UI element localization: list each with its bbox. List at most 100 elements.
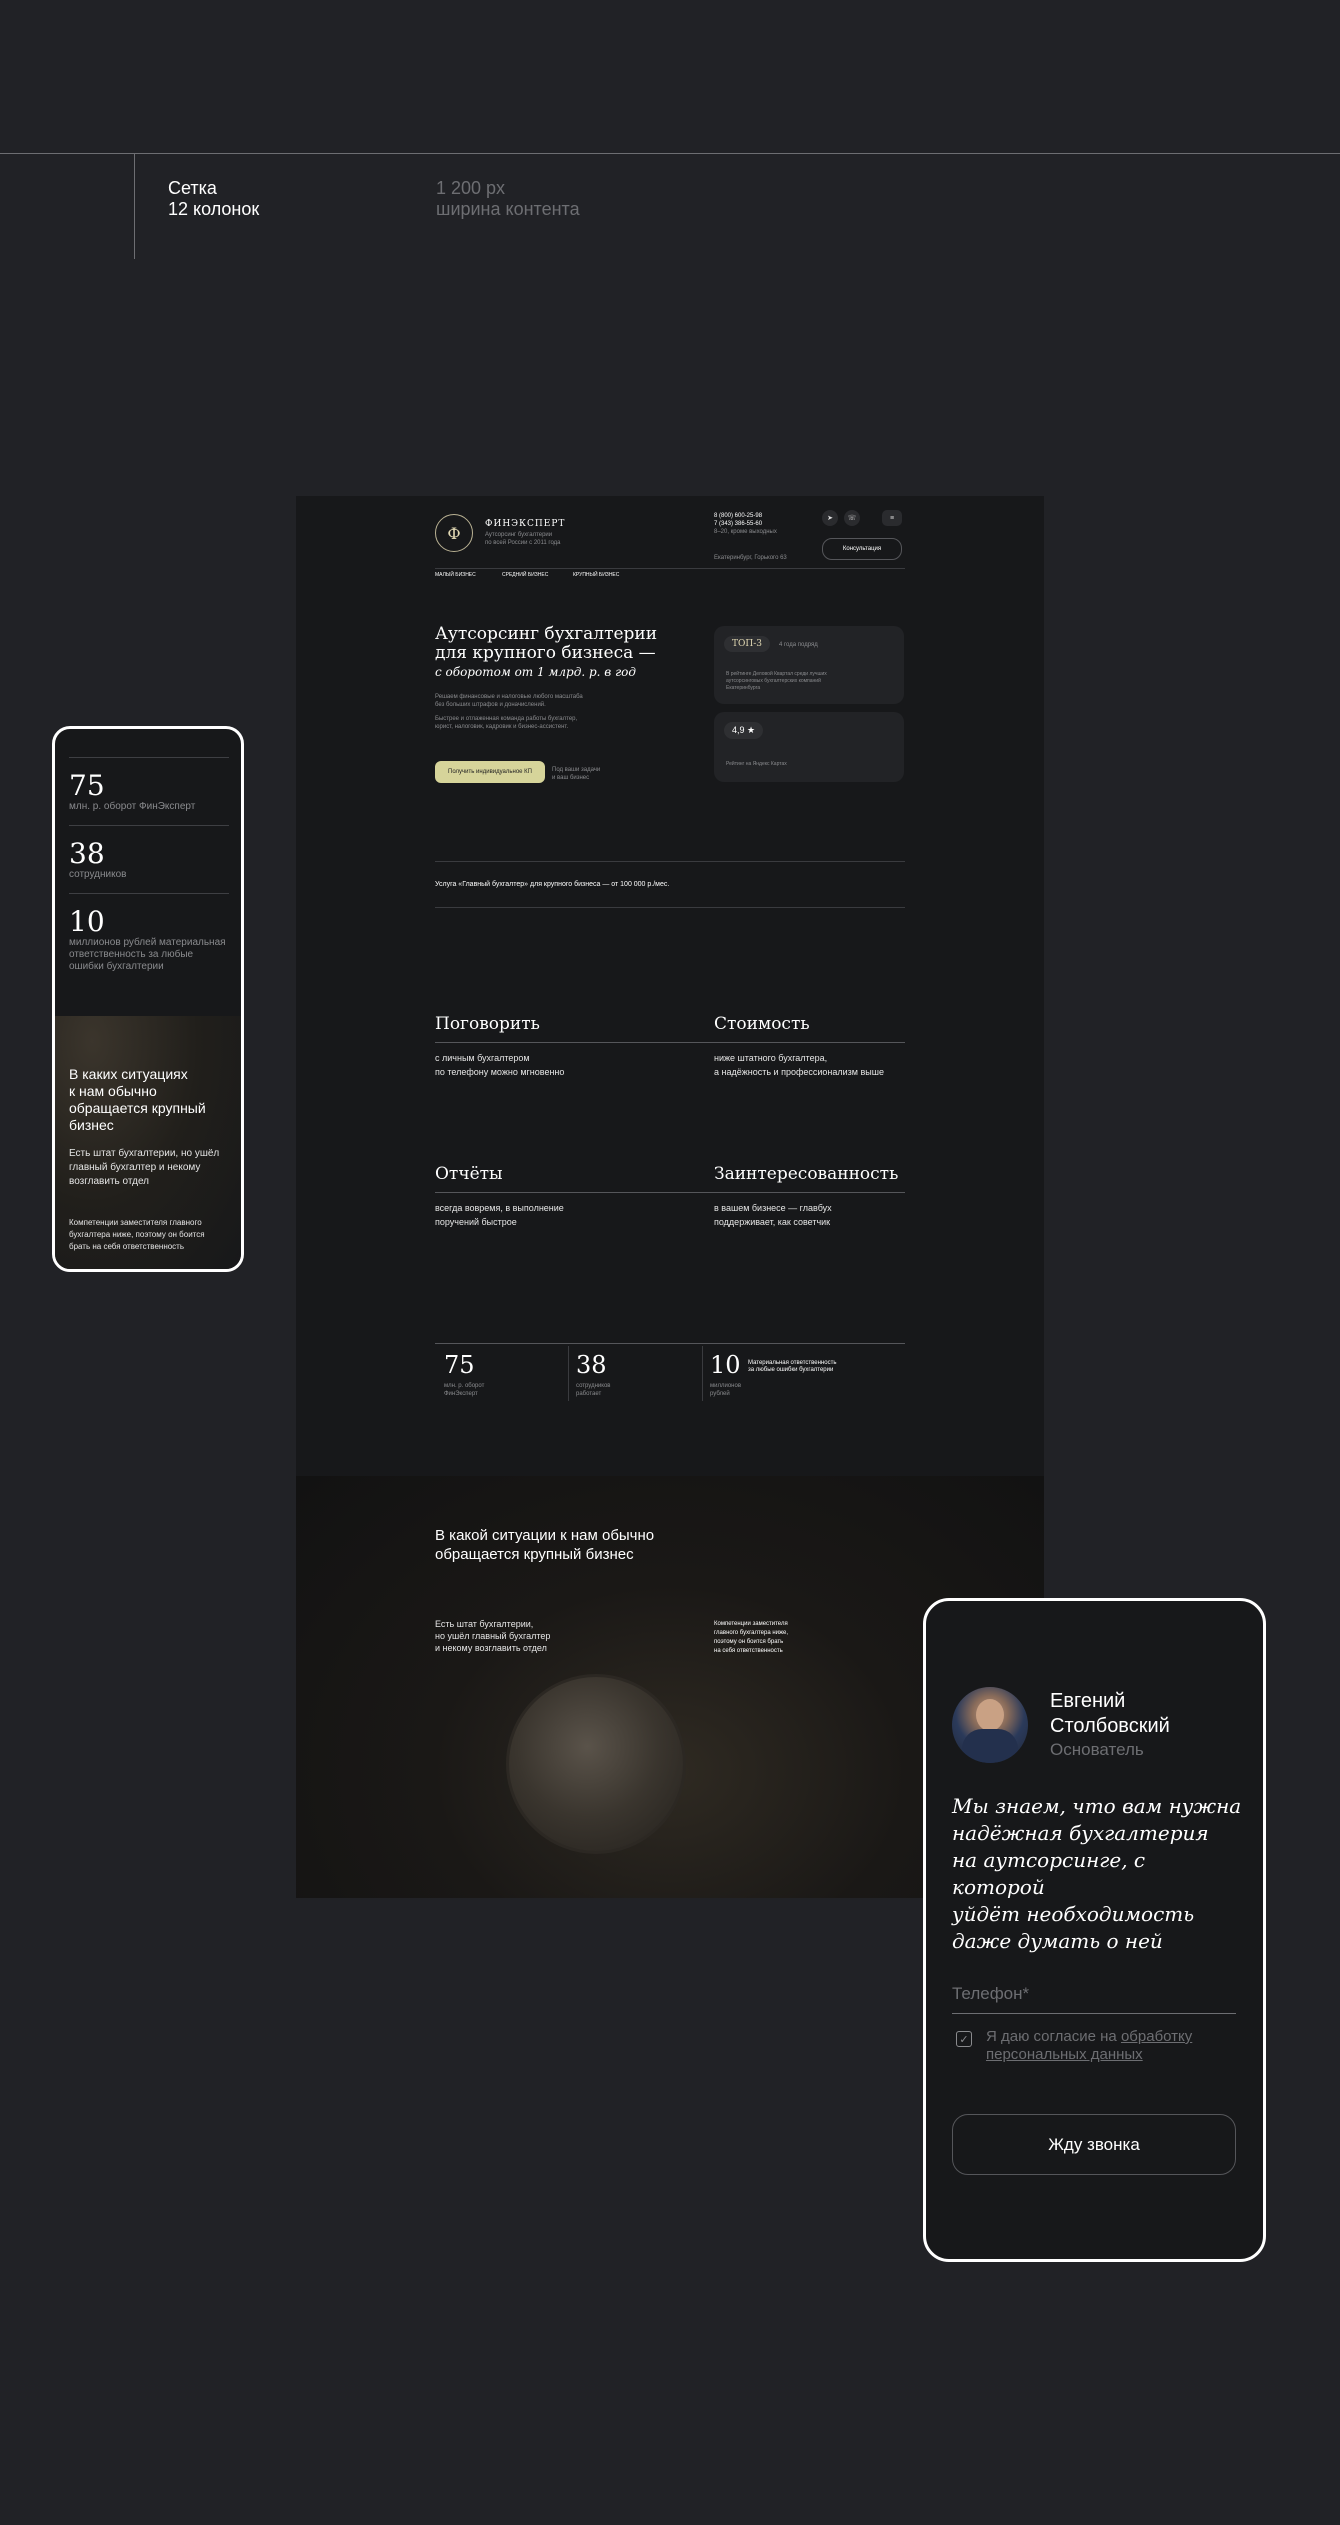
stat-label: миллионов рублей: [710, 1382, 741, 1398]
quote-line: даже думать о ней: [952, 1929, 1163, 1953]
width-label-line: 1 200 px: [436, 178, 506, 198]
situation-text-line: Есть штат бухгалтерии, но ушёл: [69, 1148, 220, 1159]
founder-quote: Мы знаем, что вам нужна надёжная бухгалт…: [952, 1793, 1242, 1955]
quote-line: уйдёт необходимость: [952, 1902, 1195, 1926]
situation-text: Есть штат бухгалтерии, но ушёл главный б…: [69, 1147, 219, 1189]
situation-text-line: брать на себя ответственность: [69, 1242, 185, 1251]
phone-input[interactable]: Телефон*: [952, 1984, 1029, 2004]
feature-divider: [435, 1192, 705, 1193]
feature-text: в вашем бизнесе — главбух поддерживает, …: [714, 1201, 832, 1229]
nav-large-business[interactable]: КРУПНЫЙ БИЗНЕС: [573, 570, 619, 580]
mobile-mockup-stats: 75 млн. р. оборот ФинЭксперт 38 сотрудни…: [52, 726, 244, 1272]
brand-subtitle: Аутсорсинг бухгалтерии по всей России с …: [485, 531, 561, 547]
cta-note: Под ваши задачи и ваш бизнес: [552, 766, 600, 782]
brand-sub-line: по всей России с 2011 года: [485, 540, 561, 546]
grid-label-line: Сетка: [168, 178, 217, 198]
contacts: 8 (800) 600-25-98 7 (343) 386-55-60 8–20…: [714, 512, 777, 536]
whatsapp-icon[interactable]: ☏: [844, 510, 860, 526]
stat-label-line: работает: [576, 1391, 602, 1397]
phone-link[interactable]: 8 (800) 600-25-98: [714, 512, 777, 520]
stat-separator: [702, 1346, 703, 1401]
consult-button[interactable]: Консультация: [822, 538, 902, 560]
width-label-line: ширина контента: [436, 199, 580, 219]
situation-text-line: возглавить отдел: [69, 1176, 150, 1187]
address: Екатеринбург, Горького 63: [714, 555, 787, 561]
telegram-icon[interactable]: ➤: [822, 510, 838, 526]
hero-text-line: юрист, налоговик, кадровик и бизнес-асси…: [435, 724, 569, 730]
situation-text-line: Компетенции заместителя: [714, 1621, 788, 1627]
work-hours: 8–20, кроме выходных: [714, 529, 777, 535]
spec-divider: [0, 153, 1340, 154]
phone-input-underline: [952, 2013, 1236, 2014]
grid-label-line: 12 колонок: [168, 199, 260, 219]
hero-text-line: без больших штрафов и доначислений.: [435, 702, 546, 708]
feature-divider: [705, 1192, 905, 1193]
situation-text-2: Компетенции заместителя главного бухгалт…: [69, 1217, 205, 1253]
stat-divider: [69, 757, 229, 758]
feature-title: Отчёты: [435, 1164, 503, 1184]
hero-title-italic: с оборотом от 1 млрд. р. в год: [435, 665, 636, 679]
avatar: [952, 1687, 1028, 1763]
stat-label-line: ошибки бухгалтерии: [69, 961, 164, 972]
stat-number: 10: [710, 1351, 741, 1379]
feature-text: ниже штатного бухгалтера, а надёжность и…: [714, 1051, 884, 1079]
nav-medium-business[interactable]: СРЕДНИЙ БИЗНЕС: [502, 570, 548, 580]
situation-title: В какой ситуации к нам обычно обращается…: [435, 1526, 654, 1564]
request-call-button[interactable]: Жду звонка: [952, 2114, 1236, 2175]
hero-text-line: Быстрее и отлаженная команда работы бухг…: [435, 716, 578, 722]
feature-text-line: а надёжность и профессионализм выше: [714, 1067, 884, 1077]
hero-title-line: Аутсорсинг бухгалтерии: [435, 624, 658, 644]
stat-extra-line: Материальная ответственность: [748, 1360, 837, 1366]
privacy-policy-link[interactable]: персональных данных: [986, 2046, 1143, 2063]
situation-right-text: Компетенции заместителя главного бухгалт…: [714, 1620, 788, 1656]
stat-number: 38: [69, 837, 105, 870]
hero-text-line: Решаем финансовые и налоговые любого мас…: [435, 694, 583, 700]
feature-text-line: по телефону можно мгновенно: [435, 1067, 565, 1077]
founder-name-line: Столбовский: [1050, 1715, 1170, 1737]
consent-checkbox[interactable]: ✓: [956, 2031, 972, 2047]
stat-label-line: ФинЭксперт: [444, 1391, 478, 1397]
feature-title: Поговорить: [435, 1014, 540, 1034]
nav-small-business[interactable]: МАЛЫЙ БИЗНЕС: [435, 570, 476, 580]
situation-text-line: Есть штат бухгалтерии,: [435, 1619, 534, 1629]
stat-number: 75: [444, 1351, 475, 1379]
situation-text-line: Компетенции заместителя главного: [69, 1218, 202, 1227]
get-offer-button[interactable]: Получить индивидуальное КП: [435, 761, 545, 783]
situation-title: В каких ситуациях к нам обычно обращаетс…: [69, 1066, 206, 1134]
stat-number: 38: [576, 1351, 607, 1379]
hero-title: Аутсорсинг бухгалтерии для крупного бизн…: [435, 625, 675, 682]
top3-text-line: аутсорсинговых бухгалтерских компаний: [726, 678, 821, 684]
privacy-policy-link[interactable]: обработку: [1121, 2028, 1192, 2045]
stat-label-line: сотрудников: [576, 1383, 611, 1389]
top3-text-line: В рейтинге Деловой Квартал среди лучших: [726, 671, 827, 677]
phone-link[interactable]: 7 (343) 386-55-60: [714, 520, 777, 528]
stat-label-line: миллионов: [710, 1383, 742, 1389]
brand-sub-line: Аутсорсинг бухгалтерии: [485, 532, 553, 538]
situation-title-line: В каких ситуациях: [69, 1066, 188, 1082]
logo-icon[interactable]: Ф: [435, 514, 473, 552]
top3-card: ТОП-3 4 года подряд В рейтинге Деловой К…: [714, 626, 904, 704]
service-line: Услуга «Главный бухгалтер» для крупного …: [435, 881, 670, 888]
stat-divider: [69, 825, 229, 826]
stat-label-line: ответственность за любые: [69, 949, 194, 960]
situation-title-line: обращается крупный: [69, 1100, 206, 1116]
mobile-mockup-callback: Евгений Столбовский Основатель Мы знаем,…: [923, 1598, 1266, 2262]
stat-label: млн. р. оборот ФинЭксперт: [444, 1382, 484, 1398]
founder-name: Евгений Столбовский: [1050, 1689, 1170, 1739]
hero-title-line: для крупного бизнеса —: [435, 643, 656, 663]
feature-text-line: поручений быстрое: [435, 1217, 517, 1227]
stat-extra-line: за любые ошибки бухгалтерии: [748, 1367, 834, 1373]
width-spec-label: 1 200 px ширина контента: [436, 178, 580, 220]
feature-title: Заинтересованность: [714, 1164, 899, 1184]
feature-text-line: всегда вовремя, в выполнение: [435, 1203, 564, 1213]
stat-number: 75: [69, 769, 105, 802]
cta-note-line: и ваш бизнес: [552, 775, 590, 781]
quote-line: надёжная бухгалтерия: [952, 1821, 1209, 1845]
menu-icon[interactable]: ≡: [882, 510, 902, 526]
situation-left-text: Есть штат бухгалтерии, но ушёл главный б…: [435, 1618, 550, 1654]
founder-role: Основатель: [1050, 1740, 1144, 1759]
top3-text: В рейтинге Деловой Квартал среди лучших …: [726, 671, 827, 692]
service-bottom-line: [435, 907, 905, 908]
situation-text-line: и некому возглавить отдел: [435, 1643, 547, 1653]
feature-title: Стоимость: [714, 1014, 810, 1034]
